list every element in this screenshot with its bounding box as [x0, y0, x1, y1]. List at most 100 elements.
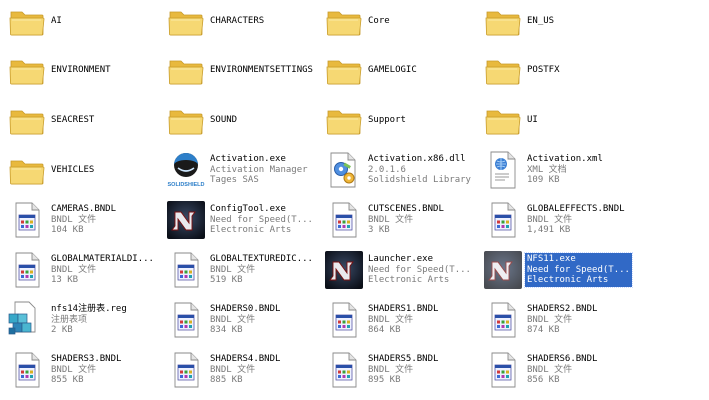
- item-text: Core: [368, 16, 390, 27]
- folder-item[interactable]: Core: [322, 0, 390, 42]
- file-item[interactable]: SHADERS3.BNDL BNDL 文件 855 KB: [5, 349, 121, 391]
- generic-file-icon: [5, 349, 49, 391]
- folder-item[interactable]: AI: [5, 0, 62, 42]
- item-text: NFS11.exe Need for Speed(T... Electronic A…: [524, 252, 633, 288]
- item-name: GLOBALEFFECTS.BNDL: [527, 204, 625, 215]
- folder-item[interactable]: UI: [481, 99, 538, 141]
- folder-item[interactable]: Support: [322, 99, 406, 141]
- generic-file-icon: [322, 299, 366, 341]
- item-text: SHADERS5.BNDL BNDL 文件 895 KB: [368, 354, 438, 386]
- dll-gear-icon: [322, 149, 366, 191]
- file-item[interactable]: SHADERS1.BNDL BNDL 文件 864 KB: [322, 299, 438, 341]
- folder-item[interactable]: CHARACTERS: [164, 0, 264, 42]
- item-text: AI: [51, 16, 62, 27]
- item-size: 864 KB: [368, 325, 401, 336]
- folder-item[interactable]: EN_US: [481, 0, 554, 42]
- item-text: ENVIRONMENT: [51, 65, 111, 76]
- item-text: CHARACTERS: [210, 16, 264, 27]
- item-text: EN_US: [527, 16, 554, 27]
- file-item[interactable]: SHADERS5.BNDL BNDL 文件 895 KB: [322, 349, 438, 391]
- item-type: BNDL 文件: [527, 364, 573, 375]
- item-text: Activation.exe Activation Manager Tages SA…: [210, 154, 308, 186]
- generic-file-icon: [481, 199, 525, 241]
- generic-file-icon: [481, 299, 525, 341]
- item-type: BNDL 文件: [51, 264, 97, 275]
- item-size: 109 KB: [527, 175, 560, 186]
- file-item[interactable]: SHADERS2.BNDL BNDL 文件 874 KB: [481, 299, 597, 341]
- item-company: Solidshield Library: [368, 175, 471, 186]
- item-name: Activation.x86.dll: [368, 154, 466, 165]
- item-text: Activation.x86.dll 2.0.1.6 Solidshield Lib…: [368, 154, 471, 186]
- folder-icon: [5, 0, 49, 42]
- item-type: BNDL 文件: [51, 364, 97, 375]
- generic-file-icon: [322, 349, 366, 391]
- item-name: SHADERS5.BNDL: [368, 354, 439, 365]
- item-name: Core: [368, 15, 390, 26]
- file-view: AI CHARACTERS Core EN_US ENVIRONMENT ENV…: [0, 0, 709, 400]
- item-size: 834 KB: [210, 325, 243, 336]
- folder-item[interactable]: POSTFX: [481, 49, 560, 91]
- generic-file-icon: [164, 349, 208, 391]
- item-name: Activation.xml: [527, 154, 603, 165]
- file-item[interactable]: Launcher.exe Need for Speed(T... Electroni…: [322, 249, 471, 291]
- folder-icon: [322, 0, 366, 42]
- file-item[interactable]: Activation.x86.dll 2.0.1.6 Solidshield Lib…: [322, 149, 471, 191]
- item-name: CAMERAS.BNDL: [51, 204, 117, 215]
- folder-item[interactable]: VEHICLES: [5, 149, 94, 191]
- item-type: BNDL 文件: [210, 314, 256, 325]
- file-item[interactable]: CAMERAS.BNDL BNDL 文件 104 KB: [5, 199, 116, 241]
- item-name: ENVIRONMENT: [51, 64, 111, 75]
- file-item[interactable]: SHADERS4.BNDL BNDL 文件 885 KB: [164, 349, 280, 391]
- item-name: SHADERS1.BNDL: [368, 304, 439, 315]
- folder-item[interactable]: GAMELOGIC: [322, 49, 417, 91]
- folder-item[interactable]: SEACREST: [5, 99, 94, 141]
- item-type: BNDL 文件: [368, 364, 414, 375]
- item-company: Electronic Arts: [368, 275, 450, 286]
- item-text: GLOBALEFFECTS.BNDL BNDL 文件 1,491 KB: [527, 204, 625, 236]
- folder-item[interactable]: ENVIRONMENT: [5, 49, 111, 91]
- file-item[interactable]: NFS11.exe Need for Speed(T... Electronic A…: [481, 249, 633, 291]
- generic-file-icon: [5, 249, 49, 291]
- item-text: ENVIRONMENTSETTINGS: [210, 65, 313, 76]
- file-item[interactable]: GLOBALMATERIALDI... BNDL 文件 13 KB: [5, 249, 154, 291]
- item-name: EN_US: [527, 15, 555, 26]
- item-type: XML 文档: [527, 164, 567, 175]
- item-name: SHADERS3.BNDL: [51, 354, 122, 365]
- item-text: SHADERS1.BNDL BNDL 文件 864 KB: [368, 304, 438, 336]
- item-name: NFS11.exe: [527, 254, 576, 265]
- file-item[interactable]: Activation.xml XML 文档 109 KB: [481, 149, 603, 191]
- folder-item[interactable]: SOUND: [164, 99, 237, 141]
- file-item[interactable]: GLOBALTEXTUREDIC... BNDL 文件 519 KB: [164, 249, 313, 291]
- item-name: SEACREST: [51, 114, 95, 125]
- item-size: 874 KB: [527, 325, 560, 336]
- item-size: 519 KB: [210, 275, 243, 286]
- file-item[interactable]: SHADERS6.BNDL BNDL 文件 856 KB: [481, 349, 597, 391]
- item-name: CUTSCENES.BNDL: [368, 204, 444, 215]
- folder-icon: [5, 149, 49, 191]
- file-item[interactable]: nfs14注册表.reg 注册表项 2 KB: [5, 299, 127, 341]
- item-name: SHADERS4.BNDL: [210, 354, 281, 365]
- file-item[interactable]: SOLIDSHIELD Activation.exe Activation Man…: [164, 149, 308, 191]
- generic-file-icon: [164, 249, 208, 291]
- item-type: BNDL 文件: [210, 364, 256, 375]
- file-item[interactable]: GLOBALEFFECTS.BNDL BNDL 文件 1,491 KB: [481, 199, 625, 241]
- nfs-app-icon: [164, 199, 208, 241]
- item-text: SHADERS4.BNDL BNDL 文件 885 KB: [210, 354, 280, 386]
- item-name: UI: [527, 114, 538, 125]
- item-text: POSTFX: [527, 65, 560, 76]
- file-item[interactable]: CUTSCENES.BNDL BNDL 文件 3 KB: [322, 199, 444, 241]
- file-item[interactable]: ConfigTool.exe Need for Speed(T... Electro…: [164, 199, 313, 241]
- item-text: GAMELOGIC: [368, 65, 417, 76]
- item-size: 856 KB: [527, 375, 560, 386]
- file-item[interactable]: SHADERS0.BNDL BNDL 文件 834 KB: [164, 299, 280, 341]
- item-name: GLOBALTEXTUREDIC...: [210, 254, 313, 265]
- item-text: Support: [368, 115, 406, 126]
- item-text: CAMERAS.BNDL BNDL 文件 104 KB: [51, 204, 116, 236]
- registry-file-icon: [5, 299, 49, 341]
- item-size: 855 KB: [51, 375, 84, 386]
- folder-item[interactable]: ENVIRONMENTSETTINGS: [164, 49, 313, 91]
- item-text: SEACREST: [51, 115, 94, 126]
- folder-icon: [164, 0, 208, 42]
- item-type: BNDL 文件: [210, 264, 256, 275]
- item-type: BNDL 文件: [527, 314, 573, 325]
